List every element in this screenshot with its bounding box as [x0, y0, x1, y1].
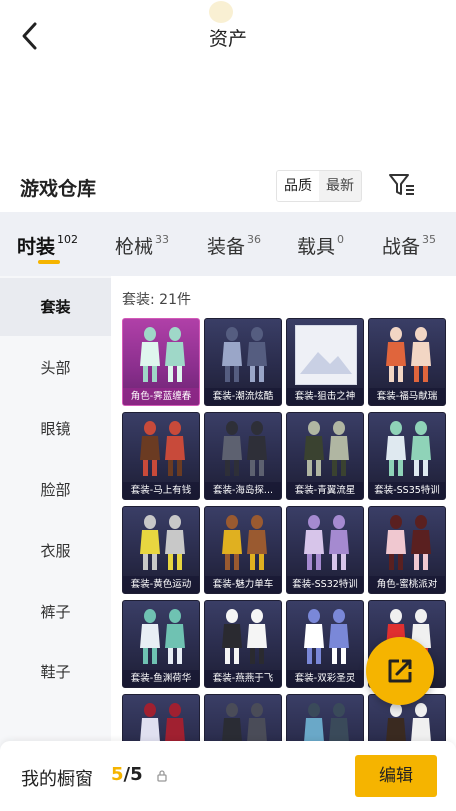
- item-image: [386, 421, 431, 476]
- tab-label: 枪械: [115, 236, 154, 258]
- sidebar-item-face[interactable]: 脸部: [0, 461, 111, 519]
- item-card[interactable]: 套装-狙击之神: [286, 318, 364, 406]
- page-title: 资产: [208, 28, 247, 50]
- share-button[interactable]: [366, 637, 434, 705]
- item-card[interactable]: 套装-海岛探...: [204, 412, 282, 500]
- item-image: [304, 421, 349, 476]
- item-name: 角色-霁蓝缠春: [123, 388, 199, 405]
- edit-button[interactable]: 编辑: [355, 755, 437, 797]
- item-name: 套装-青翼流星: [287, 482, 363, 499]
- showcase-current: 5: [111, 764, 124, 785]
- item-card[interactable]: 套装-黄色运动: [122, 506, 200, 594]
- item-image: [222, 515, 267, 570]
- item-image: [222, 327, 267, 382]
- item-name: 套装-潮流炫酷: [205, 388, 281, 405]
- sidebar-item-clothes[interactable]: 衣服: [0, 522, 111, 580]
- item-image: [386, 327, 431, 382]
- item-grid-panel: 套装: 21件 角色-霁蓝缠春 套装-潮流炫酷 套装-狙击之神 套装-福马献瑞套装-马…: [111, 276, 456, 811]
- item-card[interactable]: 角色-霁蓝缠春: [122, 318, 200, 406]
- warehouse-header: 游戏仓库 品质 最新: [0, 160, 456, 212]
- item-card[interactable]: 套装-燕燕于飞: [204, 600, 282, 688]
- sort-toggle: 品质 最新: [276, 170, 362, 202]
- filter-icon: [389, 174, 414, 195]
- showcase-bar: 我的橱窗 5/5 编辑: [0, 741, 456, 811]
- item-name: 角色-蜜桃派对: [369, 576, 445, 593]
- sidebar-item-suit[interactable]: 套装: [0, 278, 111, 336]
- item-card[interactable]: 套装-SS32特训: [286, 506, 364, 594]
- sidebar-item-pants[interactable]: 裤子: [0, 583, 111, 641]
- tab-equipment[interactable]: 装备 36: [207, 212, 269, 276]
- tab-count: 35: [422, 233, 437, 246]
- tab-label: 装备: [207, 236, 246, 258]
- item-card[interactable]: 套装-福马献瑞: [368, 318, 446, 406]
- item-image: [140, 609, 185, 664]
- item-name: 套装-燕燕于飞: [205, 670, 281, 687]
- item-name: 套装-魅力单车: [205, 576, 281, 593]
- tab-fashion[interactable]: 时装 102: [17, 212, 83, 276]
- tab-label: 载具: [297, 236, 336, 258]
- showcase-total: 5: [130, 764, 143, 785]
- sidebar-item-head[interactable]: 头部: [0, 339, 111, 397]
- tab-supplies[interactable]: 战备 35: [382, 212, 442, 276]
- category-tabs: 时装 102 枪械 33 装备 36 载具 0 战备 35: [0, 212, 456, 276]
- tab-count: 0: [337, 233, 345, 246]
- item-card[interactable]: 套装-鱼渊荷华: [122, 600, 200, 688]
- item-image: [140, 421, 185, 476]
- tab-label: 战备: [382, 236, 421, 258]
- item-name: 套装-鱼渊荷华: [123, 670, 199, 687]
- item-card[interactable]: 套装-青翼流星: [286, 412, 364, 500]
- item-name: 套装-福马献瑞: [369, 388, 445, 405]
- tab-vehicles[interactable]: 载具 0: [297, 212, 353, 276]
- item-card[interactable]: 套装-魅力单车: [204, 506, 282, 594]
- warehouse-title: 游戏仓库: [20, 178, 97, 200]
- item-image: [304, 609, 349, 664]
- tab-indicator: [38, 260, 60, 264]
- top-bar: 资产: [0, 0, 456, 72]
- sort-option-newest[interactable]: 最新: [319, 171, 361, 201]
- item-name: 套装-SS32特训: [287, 576, 363, 593]
- sort-option-quality[interactable]: 品质: [277, 171, 319, 201]
- item-card[interactable]: 套装-双彩圣灵: [286, 600, 364, 688]
- external-link-icon: [388, 659, 412, 683]
- item-name: 套装-SS35特训: [369, 482, 445, 499]
- lock-icon: [157, 770, 167, 782]
- item-image: [140, 515, 185, 570]
- filter-button[interactable]: [386, 170, 418, 200]
- tab-count: 102: [57, 233, 79, 246]
- item-card[interactable]: 角色-蜜桃派对: [368, 506, 446, 594]
- item-card[interactable]: 套装-SS35特训: [368, 412, 446, 500]
- item-image: [386, 515, 431, 570]
- showcase-count: 5/5: [111, 764, 143, 785]
- item-image: [222, 609, 267, 664]
- item-count-label: 套装: 21件: [122, 292, 191, 308]
- item-name: 套装-狙击之神: [287, 388, 363, 405]
- item-name: 套装-马上有钱: [123, 482, 199, 499]
- sidebar-item-glasses[interactable]: 眼镜: [0, 400, 111, 458]
- sidebar-item-shoes[interactable]: 鞋子: [0, 643, 111, 701]
- category-sidebar: 套装 头部 眼镜 脸部 衣服 裤子 鞋子: [0, 276, 111, 811]
- item-name: 套装-海岛探...: [205, 482, 281, 499]
- banner-area: [0, 72, 456, 160]
- decoration-icon: [209, 1, 233, 23]
- showcase-label: 我的橱窗: [21, 769, 93, 790]
- tab-guns[interactable]: 枪械 33: [115, 212, 175, 276]
- item-name: 套装-双彩圣灵: [287, 670, 363, 687]
- item-card[interactable]: 套装-马上有钱: [122, 412, 200, 500]
- item-card[interactable]: 套装-潮流炫酷: [204, 318, 282, 406]
- tab-count: 33: [155, 233, 170, 246]
- placeholder-image: [295, 325, 357, 385]
- item-image: [222, 421, 267, 476]
- item-name: 套装-黄色运动: [123, 576, 199, 593]
- tab-count: 36: [247, 233, 262, 246]
- item-image: [140, 327, 185, 382]
- tab-label: 时装: [17, 236, 56, 258]
- item-image: [304, 515, 349, 570]
